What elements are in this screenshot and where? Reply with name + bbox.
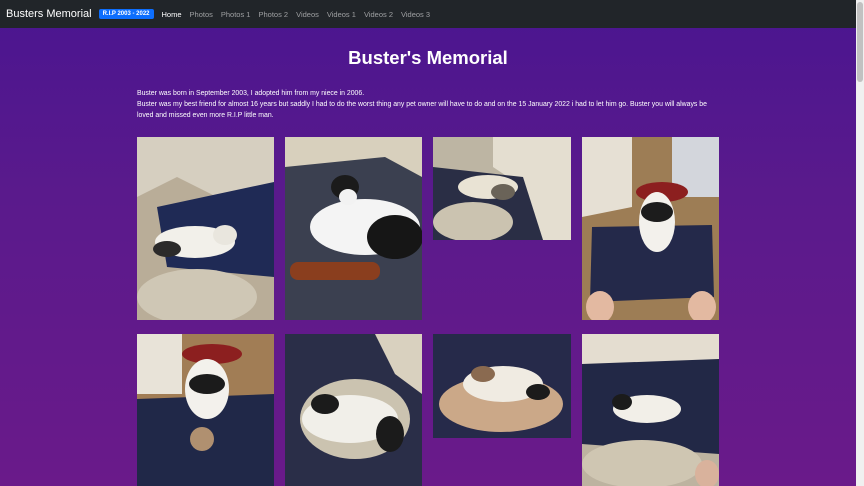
nav-link-photos-1[interactable]: Photos 1 bbox=[221, 10, 251, 19]
dog-photo[interactable] bbox=[582, 334, 719, 486]
dog-photo[interactable] bbox=[433, 334, 571, 438]
nav-link-videos[interactable]: Videos bbox=[296, 10, 319, 19]
memorial-description: Buster was born in September 2003, I ado… bbox=[137, 88, 722, 121]
description-paragraph-1: Buster was born in September 2003, I ado… bbox=[137, 90, 365, 97]
dog-photo[interactable] bbox=[285, 137, 422, 320]
nav-link-videos-3[interactable]: Videos 3 bbox=[401, 10, 430, 19]
dog-photo[interactable] bbox=[285, 334, 422, 486]
dog-photo[interactable] bbox=[137, 137, 274, 320]
description-paragraph-2: Buster was my best friend for almost 16 … bbox=[137, 101, 707, 119]
nav-link-videos-2[interactable]: Videos 2 bbox=[364, 10, 393, 19]
nav-link-home[interactable]: Home bbox=[162, 10, 182, 19]
page-scrollbar[interactable] bbox=[856, 0, 864, 486]
rip-badge: R.I.P 2003 - 2022 bbox=[98, 9, 154, 19]
dog-photo[interactable] bbox=[582, 137, 719, 320]
navbar: Busters Memorial R.I.P 2003 - 2022 Home … bbox=[0, 0, 856, 28]
page-title: Buster's Memorial bbox=[348, 47, 508, 68]
dog-photo[interactable] bbox=[137, 334, 274, 486]
nav-link-videos-1[interactable]: Videos 1 bbox=[327, 10, 356, 19]
dog-photo[interactable] bbox=[433, 137, 571, 240]
navbar-brand[interactable]: Busters Memorial bbox=[6, 8, 92, 20]
scrollbar-thumb[interactable] bbox=[857, 2, 863, 82]
nav-link-photos-2[interactable]: Photos 2 bbox=[258, 10, 288, 19]
nav-link-photos[interactable]: Photos bbox=[190, 10, 213, 19]
